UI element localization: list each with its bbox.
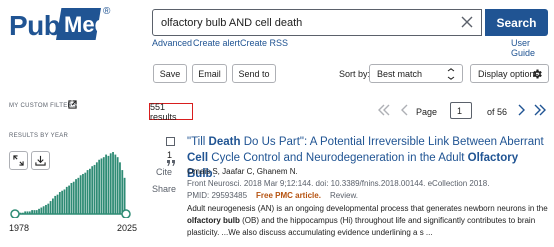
histogram-bar (70, 183, 73, 214)
results-by-year-heading: RESULTS BY YEAR (9, 133, 69, 139)
cite-button[interactable]: Cite (156, 167, 172, 177)
histogram-bar (42, 206, 45, 214)
clear-search-icon[interactable] (459, 14, 475, 30)
user-guide-link[interactable]: User Guide (511, 38, 554, 58)
custom-filters-heading: MY CUSTOM FILTERS (9, 103, 77, 109)
histogram-bar (61, 190, 64, 214)
histogram-bar (77, 177, 80, 214)
next-page-icon[interactable] (513, 102, 529, 118)
histogram-bar (72, 181, 75, 214)
title-text: "Till (187, 136, 209, 148)
histogram-bar (58, 192, 61, 214)
histogram-bar (86, 170, 89, 214)
result-pmid: PMID: 29593485 (187, 191, 248, 200)
result-number: 1 (167, 150, 173, 160)
histogram-bar (93, 164, 96, 214)
result-select-checkbox[interactable] (166, 137, 175, 146)
histogram-bar (45, 204, 47, 214)
send-to-button[interactable]: Send to (232, 64, 276, 83)
histogram-bar (107, 155, 110, 215)
year-range-start-label: 1978 (9, 223, 30, 233)
result-snippet: Adult neurogenesis (AN) is an ongoing de… (187, 203, 549, 239)
histogram-bar (91, 166, 94, 214)
snippet-text: (OB) and the hippocampus (Hi) throughout… (187, 216, 536, 237)
search-button[interactable]: Search (485, 9, 548, 36)
result-article-type: Review. (330, 191, 359, 200)
histogram-bar (95, 162, 98, 214)
search-box (152, 9, 482, 36)
histogram-bar (102, 157, 105, 214)
snippet-text: Adult neurogenesis (AN) is an ongoing de… (187, 204, 548, 213)
histogram-bar (123, 177, 126, 214)
histogram-bar (119, 162, 121, 214)
sort-select[interactable]: Best match (369, 64, 463, 83)
histogram-bar (75, 179, 77, 215)
histogram-bar (56, 194, 59, 215)
snippet-highlight: olfactory bulb (187, 216, 240, 225)
title-text: Do Us Part": A Potential Irreversible Li… (240, 136, 544, 148)
sort-chevron-icon (447, 68, 455, 80)
year-range-end-label: 2025 (117, 223, 138, 233)
histogram-bar (109, 153, 112, 214)
histogram-bar (63, 189, 66, 214)
logo-med-text: Med (64, 12, 108, 37)
histogram-bar (65, 186, 68, 215)
share-button[interactable]: Share (152, 184, 176, 194)
histogram-bar (49, 201, 52, 214)
display-options-button[interactable]: Display options (470, 64, 549, 83)
result-journal-citation: Front Neurosci. 2018 Mar 9;12:144. doi: … (187, 179, 490, 188)
last-page-icon[interactable] (532, 102, 548, 118)
free-pmc-article-badge: Free PMC article. (256, 191, 321, 200)
logo-pub-text: Pub (9, 10, 61, 41)
result-authors: Omais S, Jaafar C, Ghanem N. (187, 167, 298, 176)
histogram-bar (68, 185, 70, 214)
histogram-bar (82, 173, 84, 214)
histogram-bar (84, 172, 87, 214)
sort-select-value: Best match (377, 68, 423, 79)
external-link-icon[interactable] (68, 100, 77, 109)
histogram-bar (40, 207, 43, 214)
results-count: 551 results (149, 102, 193, 122)
logo-registered-mark: ® (103, 6, 111, 17)
page-number-input[interactable]: 1 (450, 102, 472, 119)
sort-by-label: Sort by: (339, 69, 371, 79)
display-options-label: Display options (478, 68, 540, 79)
create-alert-link[interactable]: Create alert (193, 38, 240, 48)
histogram-bar (52, 198, 54, 214)
page-label: Page (416, 107, 438, 117)
histogram-bar (116, 157, 119, 214)
page-total: of 56 (487, 107, 508, 117)
title-highlight: Death (208, 136, 241, 148)
save-button[interactable]: Save (153, 64, 187, 83)
histogram-bar (38, 208, 40, 214)
first-page-icon[interactable] (376, 102, 392, 118)
histogram-bar (89, 168, 91, 214)
pubmed-logo[interactable]: Pub Med ® (9, 6, 113, 46)
histogram-bar (79, 175, 82, 214)
histogram-bar (112, 152, 114, 214)
search-input[interactable] (153, 10, 453, 35)
email-button[interactable]: Email (192, 64, 227, 83)
year-range-end-handle[interactable] (121, 209, 131, 218)
histogram-bar (54, 195, 57, 214)
create-rss-link[interactable]: Create RSS (240, 38, 288, 48)
histogram-bar (47, 203, 50, 214)
histogram-bar (105, 154, 107, 214)
gear-icon (533, 69, 542, 79)
histogram-bar (121, 170, 124, 214)
histogram-bar (114, 154, 117, 214)
title-highlight: Cell (187, 152, 209, 164)
advanced-link[interactable]: Advanced (152, 38, 192, 48)
histogram-bar (98, 159, 101, 214)
histogram-bar (100, 158, 103, 214)
title-text: Cycle Control and Neurodegeneration in t… (208, 152, 468, 164)
quote-icon (167, 160, 175, 166)
results-by-year-histogram[interactable] (9, 140, 131, 218)
previous-page-icon[interactable] (397, 102, 413, 118)
year-range-start-handle[interactable] (10, 209, 20, 218)
